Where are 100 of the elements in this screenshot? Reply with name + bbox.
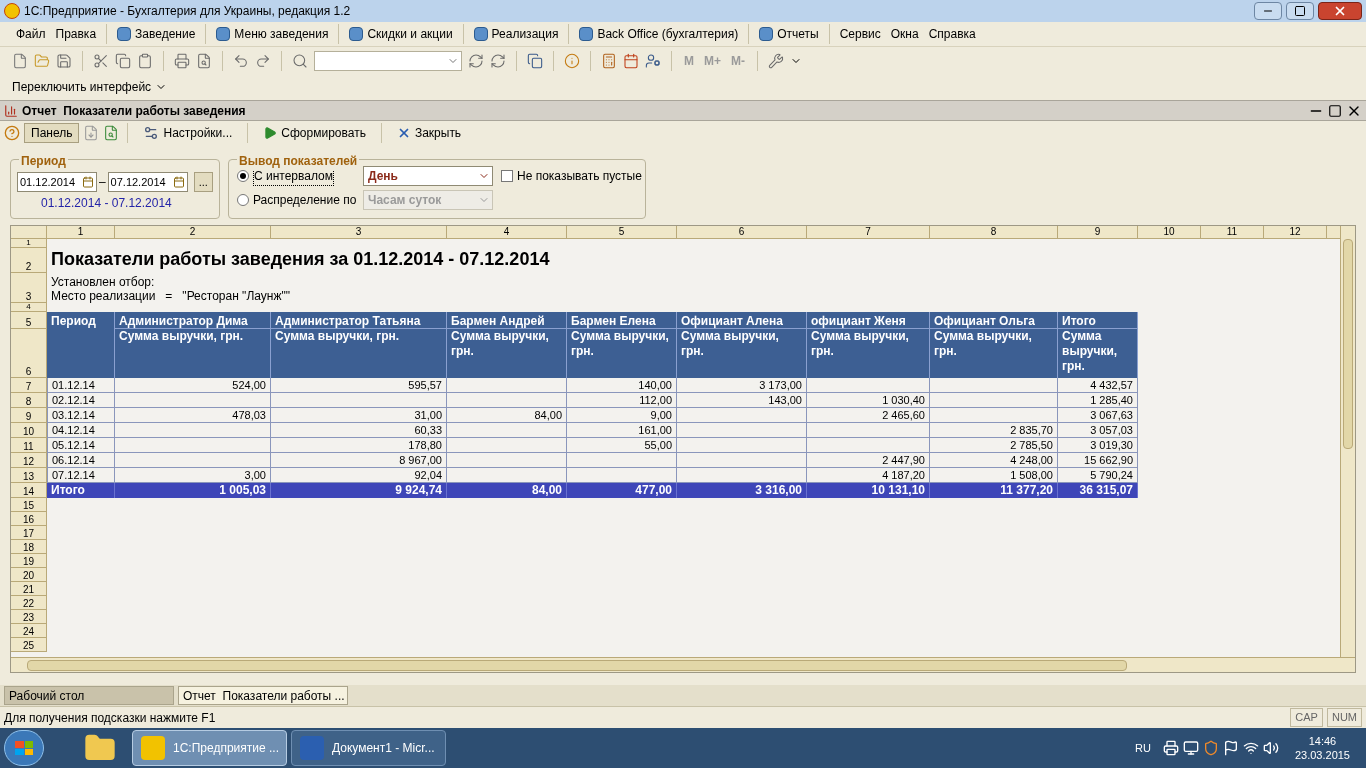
monitor-icon[interactable] [1182,740,1199,756]
table-header-cell: Администратор Татьяна [271,312,447,329]
scrollbar-thumb[interactable] [27,659,1127,671]
checkbox[interactable]: Не показывать пустые [501,164,642,188]
toolbar-button[interactable]: Настройки... [136,123,240,143]
start-button[interactable] [4,730,44,766]
menu-item[interactable]: Заведение [113,24,200,44]
table-header-cell: Сумма выручки, грн. [677,329,807,378]
table-cell: 2 785,50 [930,438,1058,453]
row-number: 21 [11,582,47,596]
help-icon[interactable] [4,125,20,141]
table-cell: 03.12.14 [47,408,115,423]
period-select-button[interactable]: ... [193,172,213,192]
window-tab[interactable]: Отчет Показатели работы ... [178,686,348,705]
toolbar-button[interactable]: Закрыть [389,123,469,143]
menu-item[interactable]: Сервис [835,24,885,44]
scissors-icon[interactable] [93,52,109,69]
row-number: 25 [11,638,47,652]
clock-date: 23.03.2015 [1294,748,1350,762]
table-cell: 478,03 [115,408,271,423]
table-cell: 4 248,00 [930,453,1058,468]
menu-item[interactable]: Реализация [469,24,563,44]
window-tab[interactable]: Рабочий стол [4,686,174,705]
printer-icon[interactable] [174,52,190,69]
table-header-cell: Сумма выручки, грн. [567,329,677,378]
app-icon [141,736,165,760]
close-button[interactable] [1318,2,1362,20]
search-icon[interactable] [292,52,308,69]
table-cell: 31,00 [271,408,447,423]
status-indicator: NUM [1326,708,1362,727]
table-header-cell: Администратор Дима [115,312,271,329]
column-number: 11 [1201,226,1264,239]
table-header-cell: Сумма выручки, грн. [807,329,930,378]
shield-icon[interactable] [1202,740,1219,756]
table-cell: 4 432,57 [1058,378,1138,393]
date-field[interactable]: 07.12.2014 [107,172,188,192]
menu-item[interactable]: Back Office (бухгалтерия) [575,24,743,44]
column-number: 1 [47,226,115,239]
menu-item[interactable]: Окна [886,24,923,44]
menu-item[interactable]: Меню заведения [212,24,333,44]
table-cell: 3 067,63 [1058,408,1138,423]
taskbar-button[interactable]: Документ1 - Micr... [291,730,446,766]
row-number: 22 [11,596,47,610]
new-document-icon[interactable] [12,52,28,69]
table-cell: 8 967,00 [271,453,447,468]
total-cell: 36 315,07 [1058,483,1138,498]
calendar-icon[interactable] [623,52,639,69]
flag-icon[interactable] [1222,740,1239,756]
row-number: 10 [11,423,47,438]
menu-item[interactable]: Справка [924,24,980,44]
table-cell: 1 285,40 [1058,393,1138,408]
table-header-cell: Итого [1058,312,1138,329]
dropdown-field[interactable]: День [363,166,493,186]
speaker-icon[interactable] [1262,740,1279,756]
row-number: 20 [11,568,47,582]
info-icon[interactable] [564,52,580,69]
document-icon[interactable] [83,125,100,141]
settings-icon [143,125,160,141]
search-field[interactable] [314,50,462,71]
row-number: 12 [11,453,47,468]
menu-item[interactable]: Отчеты [755,24,823,44]
calculator-icon[interactable] [601,52,617,69]
table-header-cell: Сумма выручки, грн. [447,329,567,378]
save-icon[interactable] [56,52,72,69]
preview-icon[interactable] [196,52,212,69]
menu-item[interactable]: Правка [51,24,101,44]
restore-icon[interactable] [1328,103,1342,118]
horizontal-scrollbar[interactable] [11,657,1355,672]
language-indicator: RU [1135,740,1151,756]
minimize-button[interactable] [1254,2,1282,20]
copy-icon[interactable] [115,52,131,69]
menu-item[interactable]: Скидки и акции [345,24,457,44]
clipboard-icon[interactable] [137,52,153,69]
date-field[interactable]: 01.12.2014 [17,172,97,192]
scrollbar-thumb[interactable] [1343,239,1353,449]
toolbar-button[interactable]: Сформировать [256,123,373,143]
network-icon[interactable] [1242,740,1259,756]
table-cell: 01.12.14 [47,378,115,393]
row-number: 5 [11,312,47,329]
toolbar-button[interactable]: Панель [24,123,80,143]
redo-icon[interactable] [255,52,271,69]
wrench-icon[interactable] [768,52,784,69]
table-cell: 55,00 [567,438,677,453]
user-settings-icon[interactable] [645,52,661,69]
menu-item[interactable]: Файл [12,24,50,44]
table-cell: 06.12.14 [47,453,115,468]
row-number: 1 [11,239,47,248]
interface-switch-button[interactable]: Переключить интерфейс [12,78,168,96]
vertical-scrollbar[interactable] [1340,226,1355,657]
table-cell: 60,33 [271,423,447,438]
undo-icon[interactable] [233,52,249,69]
row-number: 9 [11,408,47,423]
restore-button[interactable] [1286,2,1314,20]
printer-icon[interactable] [1162,740,1179,756]
table-cell: 15 662,90 [1058,453,1138,468]
column-header-strip [1327,226,1340,239]
column-number: 9 [1058,226,1138,239]
column-number: 12 [1264,226,1327,239]
document-title: Отчет Показатели работы заведения [22,102,246,120]
table-header-cell: Сумма выручки, грн. [271,329,447,378]
